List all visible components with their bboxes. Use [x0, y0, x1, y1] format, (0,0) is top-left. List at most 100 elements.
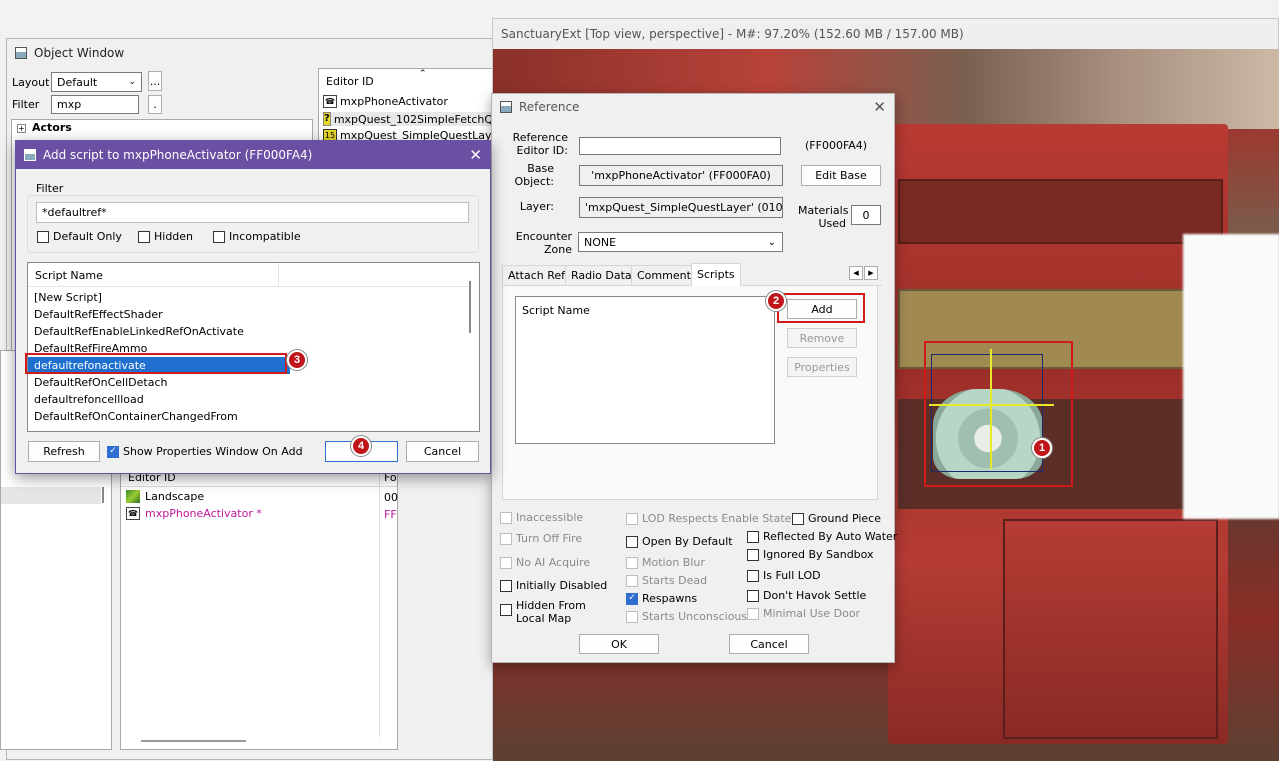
flag-is-full-lod-checkbox[interactable]: Is Full LOD	[747, 569, 821, 582]
close-icon[interactable]: ✕	[873, 98, 886, 116]
chevron-down-icon: ⌄	[128, 77, 136, 87]
list-item[interactable]: ☎ mxpPhoneActivator	[323, 95, 448, 108]
list-item[interactable]: ? mxpQuest_102SimpleFetchQue	[323, 112, 507, 126]
annotation-marker-4: 4	[351, 436, 371, 456]
flag-no-ai-acquire-checkbox[interactable]: No AI Acquire	[500, 556, 590, 569]
remove-script-button[interactable]: Remove	[787, 328, 857, 348]
cell-objects-pane[interactable]: Editor ID Fo Landscape 00 ☎ mxpPhoneActi…	[120, 466, 398, 750]
base-object-label: Base Object:	[514, 162, 554, 188]
scrollbar[interactable]	[102, 487, 104, 503]
highlight-phone	[924, 341, 1073, 487]
object-filter-input[interactable]: mxp	[51, 95, 139, 114]
flag-motion-blur-checkbox[interactable]: Motion Blur	[626, 556, 705, 569]
encounter-zone-select[interactable]: NONE ⌄	[578, 232, 783, 252]
flag-starts-unconscious-checkbox[interactable]: Starts Unconscious	[626, 610, 747, 623]
app-icon	[500, 101, 512, 113]
table-row[interactable]: Landscape	[126, 490, 204, 503]
app-icon	[15, 47, 27, 59]
edit-base-button[interactable]: Edit Base	[801, 165, 881, 186]
sort-up-icon: ⌃	[419, 69, 427, 79]
reference-dialog: Reference ✕ Reference Editor ID: (FF000F…	[491, 93, 897, 663]
activator-icon: ☎	[323, 95, 337, 108]
script-list-item[interactable]: defaultrefoncellload	[34, 391, 144, 408]
horizontal-scrollbar[interactable]	[141, 740, 246, 742]
flag-reflected-by-auto-water-checkbox[interactable]: Reflected By Auto Water	[747, 530, 897, 543]
cell-row-selected[interactable]	[1, 487, 101, 504]
filter-label: Filter	[12, 98, 40, 111]
reference-ok-button[interactable]: OK	[579, 634, 659, 654]
script-list-scrollbar[interactable]	[469, 281, 471, 333]
tab-scripts[interactable]: Scripts	[691, 263, 741, 286]
object-list[interactable]: Editor ID ⌃ ☎ mxpPhoneActivator ? mxpQue…	[318, 68, 507, 148]
materials-used-field[interactable]: 0	[851, 205, 881, 225]
reference-cancel-button[interactable]: Cancel	[729, 634, 809, 654]
flag-turn-off-fire-checkbox[interactable]: Turn Off Fire	[500, 532, 582, 545]
encounter-zone-value: NONE	[584, 235, 617, 249]
script-list-item[interactable]: DefaultRefOnCellDetach	[34, 374, 167, 391]
filter-options-button[interactable]: .	[148, 95, 162, 114]
tab-radio-data[interactable]: Radio Data	[565, 265, 638, 285]
editor-id-label: Reference Editor ID:	[512, 131, 568, 157]
script-list-item[interactable]: DefaultRefEffectShader	[34, 306, 163, 323]
script-name-header[interactable]: Script Name	[35, 269, 103, 282]
list-item-label: mxpPhoneActivator	[340, 95, 448, 108]
script-list-item[interactable]: DefaultRefEnableLinkedRefOnActivate	[34, 323, 244, 340]
materials-used-label: Materials Used	[798, 204, 849, 230]
reference-title: Reference	[519, 100, 580, 114]
tab-attach-ref[interactable]: Attach Ref	[502, 265, 572, 285]
flag-minimal-use-door-checkbox[interactable]: Minimal Use Door	[747, 607, 860, 620]
column-divider	[379, 467, 380, 737]
tab-scroll-left-icon[interactable]: ◀	[849, 266, 863, 280]
row-formid: FF	[384, 508, 397, 521]
flag-lod-respects-enable-checkbox[interactable]: LOD Respects Enable State	[626, 512, 791, 525]
script-list-item[interactable]: [New Script]	[34, 289, 102, 306]
default-only-checkbox[interactable]: Default Only	[37, 230, 122, 243]
annotation-marker-2: 2	[766, 291, 786, 311]
flag-respawns-checkbox[interactable]: ✓ Respawns	[626, 592, 697, 605]
tree-item-actors[interactable]: Actors	[32, 121, 72, 134]
layer-field[interactable]: 'mxpQuest_SimpleQuestLayer' (010026E5)	[579, 197, 783, 218]
flag-hidden-from-local-map-checkbox[interactable]: Hidden From Local Map	[500, 599, 588, 625]
landscape-icon	[126, 490, 140, 503]
flag-ground-piece-checkbox[interactable]: Ground Piece	[792, 512, 881, 525]
reference-editor-id-input[interactable]	[579, 137, 781, 155]
layout-select[interactable]: Default ⌄	[51, 72, 142, 92]
script-filter-input[interactable]: *defaultref*	[36, 202, 469, 223]
close-icon[interactable]: ✕	[469, 146, 482, 164]
tab-scroll-right-icon[interactable]: ▶	[864, 266, 878, 280]
flag-inaccessible-checkbox[interactable]: Inaccessible	[500, 511, 583, 524]
attached-scripts-list[interactable]: Script Name	[515, 296, 775, 444]
script-list[interactable]: Script Name [New Script] DefaultRefEffec…	[27, 262, 480, 432]
script-properties-button[interactable]: Properties	[787, 357, 857, 377]
script-list-item[interactable]: DefaultRefOnContainerChangedFrom	[34, 408, 238, 425]
render-window-title: SanctuaryExt [Top view, perspective] - M…	[501, 27, 964, 41]
script-name-header[interactable]: Script Name	[522, 304, 590, 317]
add-script-title: Add script to mxpPhoneActivator (FF000FA…	[43, 148, 313, 162]
table-row[interactable]: ☎ mxpPhoneActivator *	[126, 507, 262, 520]
checkmark-icon: ✓	[107, 445, 119, 458]
activator-icon: ☎	[126, 507, 140, 520]
add-script-cancel-button[interactable]: Cancel	[406, 441, 479, 462]
script-list-header: Script Name	[28, 263, 468, 287]
column-header-editor-id[interactable]: Editor ID	[326, 75, 374, 88]
add-script-titlebar: Add script to mxpPhoneActivator (FF000FA…	[16, 141, 490, 169]
flag-initially-disabled-checkbox[interactable]: Initially Disabled	[500, 579, 607, 592]
refresh-button[interactable]: Refresh	[28, 441, 100, 462]
hidden-checkbox[interactable]: Hidden	[138, 230, 193, 243]
highlight-add-button	[777, 293, 865, 323]
flag-ignored-by-sandbox-checkbox[interactable]: Ignored By Sandbox	[747, 548, 874, 561]
layout-options-button[interactable]: ...	[148, 71, 162, 91]
chevron-down-icon: ⌄	[767, 236, 776, 248]
flag-starts-dead-checkbox[interactable]: Starts Dead	[626, 574, 707, 587]
flag-dont-havok-settle-checkbox[interactable]: Don't Havok Settle	[747, 589, 866, 602]
quest-icon: ?	[323, 112, 331, 126]
object-window-title: Object Window	[34, 46, 125, 60]
flag-open-by-default-checkbox[interactable]: Open By Default	[626, 535, 733, 548]
expand-icon[interactable]: +	[17, 124, 26, 133]
object-window-titlebar: Object Window	[7, 39, 495, 67]
show-properties-checkbox[interactable]: ✓ Show Properties Window On Add	[107, 445, 303, 458]
reference-tabs: Attach Ref Radio Data Comments Scripts ◀…	[502, 263, 882, 286]
row-formid: 00	[384, 491, 398, 504]
incompatible-checkbox[interactable]: Incompatible	[213, 230, 301, 243]
layout-label: Layout	[12, 76, 50, 89]
